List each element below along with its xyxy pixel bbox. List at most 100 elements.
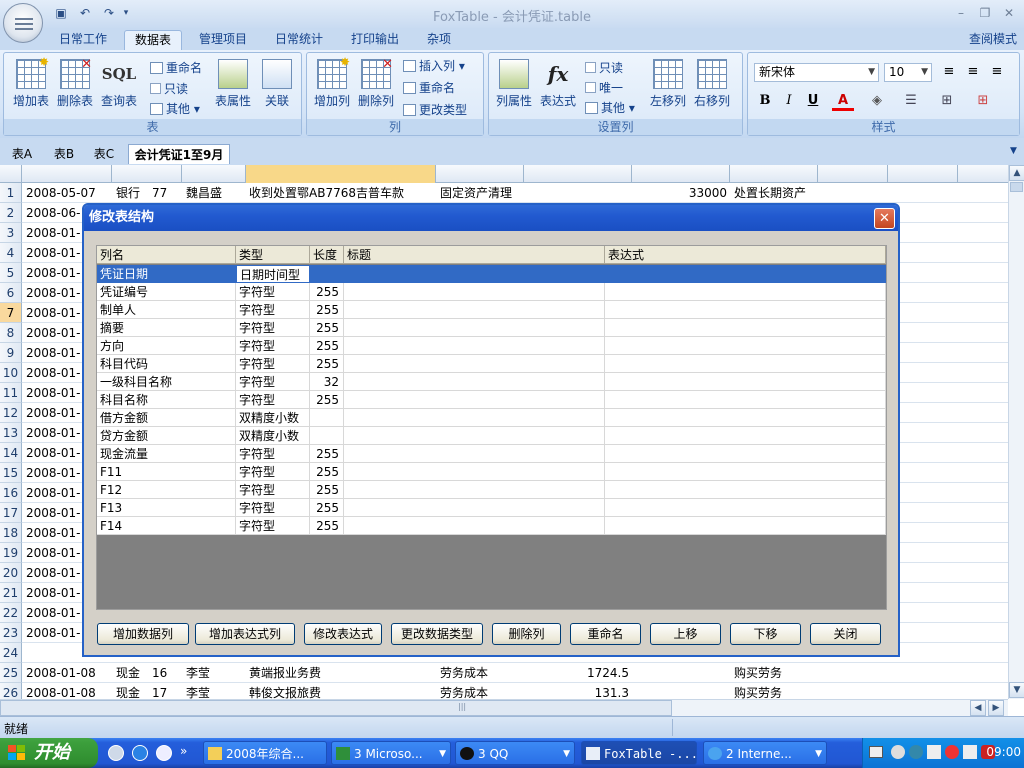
structure-row[interactable]: F11 字符型 255: [97, 463, 886, 481]
restore-icon[interactable]: ❐: [974, 4, 996, 22]
size-combo[interactable]: 10 ▼: [884, 63, 932, 82]
bold-button[interactable]: B: [754, 91, 776, 111]
rename-table-button[interactable]: 重命名: [150, 59, 202, 77]
length-cell[interactable]: 255: [310, 301, 344, 319]
row-number[interactable]: 15: [0, 463, 22, 483]
gridlines-icon[interactable]: ⊞: [972, 91, 994, 111]
expression-cell[interactable]: [605, 355, 886, 373]
cell-type[interactable]: 现金: [116, 683, 140, 699]
type-cell[interactable]: 字符型: [236, 463, 310, 481]
type-cell[interactable]: 字符型: [236, 355, 310, 373]
caption-cell[interactable]: [344, 265, 605, 283]
sheet-tab-a[interactable]: 表A: [6, 144, 38, 164]
cell-date[interactable]: 2008-01-: [26, 263, 80, 283]
tab-data-table[interactable]: 数据表: [124, 30, 182, 50]
type-cell[interactable]: 字符型: [236, 499, 310, 517]
row-number[interactable]: 14: [0, 443, 22, 463]
row-number[interactable]: 9: [0, 343, 22, 363]
underline-button[interactable]: U: [802, 91, 824, 111]
type-cell[interactable]: 字符型: [236, 319, 310, 337]
cell-account[interactable]: 劳务成本: [440, 683, 488, 699]
delete-table-button[interactable]: ✕ 删除表: [52, 57, 98, 109]
header-expression[interactable]: 表达式: [605, 246, 886, 264]
structure-row[interactable]: 摘要 字符型 255: [97, 319, 886, 337]
cell-date[interactable]: 2008-01-: [26, 463, 80, 483]
length-cell[interactable]: 255: [310, 283, 344, 301]
delete-column-button[interactable]: 删除列: [492, 623, 561, 645]
cell-date[interactable]: 2008-01-: [26, 223, 80, 243]
row-number[interactable]: 11: [0, 383, 22, 403]
column-name-cell[interactable]: 借方金额: [97, 409, 236, 427]
start-button[interactable]: 开始: [0, 738, 98, 768]
insert-column-button[interactable]: 插入列 ▾: [403, 57, 465, 75]
move-right-button[interactable]: 右移列: [689, 59, 735, 109]
column-name-cell[interactable]: 制单人: [97, 301, 236, 319]
row-number[interactable]: 21: [0, 583, 22, 603]
expression-cell[interactable]: [605, 265, 886, 283]
row-number[interactable]: 4: [0, 243, 22, 263]
tray-volume-icon[interactable]: [927, 745, 941, 759]
scroll-right-icon[interactable]: ▶: [988, 700, 1004, 716]
column-name-cell[interactable]: 凭证编号: [97, 283, 236, 301]
vertical-scrollbar[interactable]: ▲ ▼: [1008, 165, 1024, 699]
expression-cell[interactable]: [605, 373, 886, 391]
quicklaunch-browser-icon[interactable]: [132, 745, 148, 761]
other-column-button[interactable]: 其他 ▾: [585, 99, 635, 117]
cell-date[interactable]: 2008-01-: [26, 363, 80, 383]
taskbar-item-foxtable[interactable]: FoxTable -...: [581, 741, 697, 765]
caption-cell[interactable]: [344, 355, 605, 373]
add-table-button[interactable]: ✸ 增加表: [8, 55, 54, 109]
expression-cell[interactable]: [605, 391, 886, 409]
length-cell[interactable]: 255: [310, 319, 344, 337]
row-number[interactable]: 26: [0, 683, 22, 699]
column-name-cell[interactable]: 摘要: [97, 319, 236, 337]
cell-date[interactable]: 2008-01-: [26, 583, 80, 603]
move-left-button[interactable]: 左移列: [645, 59, 691, 109]
structure-row[interactable]: F13 字符型 255: [97, 499, 886, 517]
row-number[interactable]: 10: [0, 363, 22, 383]
column-name-cell[interactable]: 现金流量: [97, 445, 236, 463]
row-number[interactable]: 25: [0, 663, 22, 683]
row-number[interactable]: 17: [0, 503, 22, 523]
header-length[interactable]: 长度: [310, 246, 344, 264]
cell-amount[interactable]: 131.3: [524, 683, 629, 699]
expression-cell[interactable]: [605, 301, 886, 319]
caption-cell[interactable]: [344, 427, 605, 445]
length-cell[interactable]: 255: [310, 355, 344, 373]
cell-date[interactable]: 2008-01-: [26, 423, 80, 443]
change-type-button[interactable]: 更改类型: [403, 101, 467, 119]
length-cell[interactable]: 255: [310, 517, 344, 535]
caption-cell[interactable]: [344, 445, 605, 463]
type-cell[interactable]: 字符型: [236, 517, 310, 535]
qat-dropdown-icon[interactable]: ▾: [120, 5, 132, 21]
cell-note[interactable]: 购买劳务: [734, 663, 782, 683]
cell-amount[interactable]: 33000: [632, 183, 727, 203]
column-name-cell[interactable]: F14: [97, 517, 236, 535]
cell-date[interactable]: 2008-01-08: [26, 663, 96, 683]
type-cell[interactable]: 字符型: [236, 337, 310, 355]
row-number[interactable]: 19: [0, 543, 22, 563]
structure-table[interactable]: 列名 类型 长度 标题 表达式 凭证日期 日期时间型 凭证编号 字符型 255 制单人 字符…: [96, 245, 887, 610]
caption-cell[interactable]: [344, 283, 605, 301]
length-cell[interactable]: 255: [310, 499, 344, 517]
unique-column-checkbox[interactable]: 唯一: [585, 79, 623, 97]
structure-row[interactable]: F14 字符型 255: [97, 517, 886, 535]
row-number[interactable]: 23: [0, 623, 22, 643]
caption-cell[interactable]: [344, 481, 605, 499]
header-column-name[interactable]: 列名: [97, 246, 236, 264]
structure-row[interactable]: 凭证日期 日期时间型: [97, 265, 886, 283]
cell-date[interactable]: 2008-01-: [26, 503, 80, 523]
tab-misc[interactable]: 杂项: [418, 30, 460, 50]
type-cell[interactable]: 双精度小数: [236, 409, 310, 427]
structure-row[interactable]: 贷方金额 双精度小数: [97, 427, 886, 445]
cell-summary[interactable]: 收到处置鄂AB7768吉普车款: [249, 183, 404, 203]
cell-date[interactable]: 2008-01-: [26, 603, 80, 623]
length-cell[interactable]: 255: [310, 463, 344, 481]
move-up-button[interactable]: 上移: [650, 623, 721, 645]
structure-row[interactable]: 现金流量 字符型 255: [97, 445, 886, 463]
cell-type[interactable]: 现金: [116, 663, 140, 683]
caption-cell[interactable]: [344, 517, 605, 535]
help-mode-link[interactable]: 查阅模式: [962, 30, 1024, 50]
row-number[interactable]: 8: [0, 323, 22, 343]
redo-icon[interactable]: ↷: [100, 5, 118, 21]
